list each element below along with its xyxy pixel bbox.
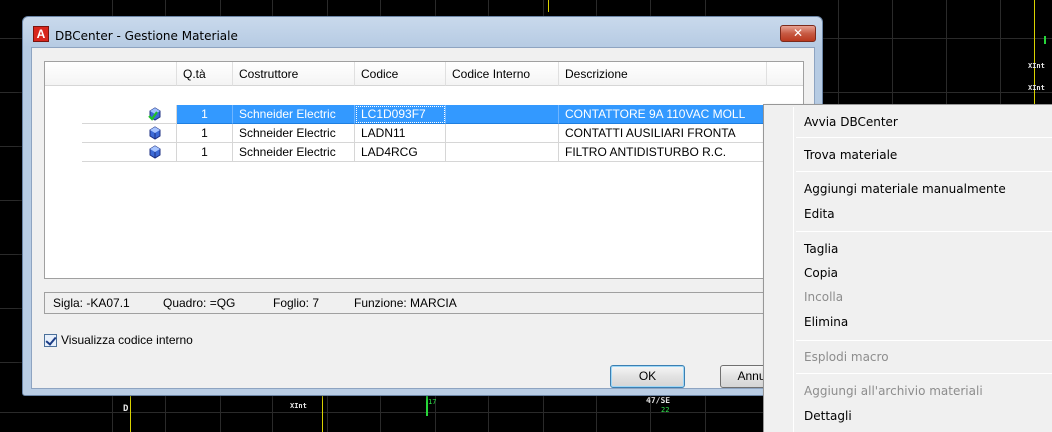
row-icon-cell [82, 124, 177, 143]
cell-codice: LADN11 [355, 124, 446, 143]
row-icon-cell [82, 143, 177, 162]
status-quadro: Quadro: =QG [163, 296, 236, 310]
table-row[interactable]: 1 Schneider Electric LC1D093F7 CONTATTOR… [45, 105, 767, 124]
context-menu: Avvia DBCenter Trova materiale Aggiungi … [763, 104, 1052, 432]
window-title: DBCenter - Gestione Materiale [55, 29, 238, 43]
menu-item-aggiungi-archivio[interactable]: Aggiungi all'archivio materiali [804, 380, 983, 402]
column-header-codice[interactable]: Codice [355, 62, 446, 86]
terminal-marker [1044, 36, 1046, 44]
menu-item-avvia-dbcenter[interactable]: Avvia DBCenter [804, 111, 898, 133]
cell-costruttore: Schneider Electric [233, 124, 355, 143]
column-header-costruttore[interactable]: Costruttore [233, 62, 355, 86]
menu-item-edita[interactable]: Edita [804, 203, 835, 225]
menu-separator [796, 137, 1052, 138]
table-row[interactable]: 1 Schneider Electric LAD4RCG FILTRO ANTI… [45, 143, 767, 162]
column-header-icon[interactable] [45, 62, 177, 86]
wire-line [322, 396, 323, 432]
status-bar: Sigla: -KA07.1 Quadro: =QG Foglio: 7 Fun… [44, 292, 804, 314]
cell-descrizione: CONTATTI AUSILIARI FRONTA [559, 124, 767, 143]
row-gutter [45, 124, 82, 143]
cad-label-xint: XInt [1028, 62, 1045, 70]
cell-qty: 1 [177, 105, 233, 124]
cell-codice: LC1D093F7 [355, 105, 446, 124]
cell-costruttore: Schneider Electric [233, 105, 355, 124]
cell-codice-interno [446, 143, 559, 162]
status-sigla: Sigla: -KA07.1 [53, 296, 130, 310]
status-foglio: Foglio: 7 [273, 296, 320, 310]
wire-line [548, 0, 549, 12]
material-table[interactable]: Q.tà Costruttore Codice Codice Interno D… [44, 61, 804, 279]
cad-label-xint: XInt [290, 402, 307, 410]
menu-item-elimina[interactable]: Elimina [804, 311, 848, 333]
cell-descrizione: CONTATTORE 9A 110VAC MOLL [559, 105, 767, 124]
cell-qty: 1 [177, 143, 233, 162]
cad-label-d: D [123, 404, 129, 414]
menu-separator [796, 231, 1052, 232]
column-header-codice-interno[interactable]: Codice Interno [446, 62, 559, 86]
cad-label-22: 22 [661, 406, 670, 414]
menu-item-dettagli[interactable]: Dettagli [804, 405, 852, 427]
cell-costruttore: Schneider Electric [233, 143, 355, 162]
row-icon-cell [82, 105, 177, 124]
column-header-descrizione[interactable]: Descrizione [559, 62, 767, 86]
row-gutter [45, 143, 82, 162]
cell-qty: 1 [177, 124, 233, 143]
cell-codice: LAD4RCG [355, 143, 446, 162]
material-added-icon [148, 107, 161, 121]
column-header-filler [767, 62, 803, 86]
checkbox-checked-icon[interactable] [44, 333, 57, 347]
wire-line [1034, 0, 1035, 120]
cad-label-17: 17 [428, 398, 437, 406]
menu-item-aggiungi-manualmente[interactable]: Aggiungi materiale manualmente [804, 178, 1006, 200]
wire-line [130, 396, 131, 432]
menu-icon-gutter [793, 107, 794, 432]
cell-descrizione: FILTRO ANTIDISTURBO R.C. [559, 143, 767, 162]
close-button[interactable]: ✕ [780, 25, 816, 42]
gestione-materiale-dialog: A DBCenter - Gestione Materiale ✕ Q.tà C… [22, 16, 823, 396]
menu-separator [796, 340, 1052, 341]
menu-item-trova-materiale[interactable]: Trova materiale [804, 144, 897, 166]
menu-item-esplodi-macro[interactable]: Esplodi macro [804, 346, 889, 368]
ok-button[interactable]: OK [610, 365, 685, 388]
table-header: Q.tà Costruttore Codice Codice Interno D… [45, 62, 803, 86]
menu-separator [796, 171, 1052, 172]
dialog-client-area: Q.tà Costruttore Codice Codice Interno D… [31, 47, 815, 389]
visualizza-codice-interno-checkbox[interactable]: Visualizza codice interno [44, 332, 193, 348]
checkbox-label: Visualizza codice interno [61, 333, 193, 347]
column-header-qty[interactable]: Q.tà [177, 62, 233, 86]
status-funzione: Funzione: MARCIA [354, 296, 457, 310]
row-gutter [45, 105, 82, 124]
menu-item-taglia[interactable]: Taglia [804, 238, 838, 260]
cell-codice-interno [446, 105, 559, 124]
material-icon [149, 126, 161, 140]
menu-item-copia[interactable]: Copia [804, 262, 838, 284]
menu-item-incolla[interactable]: Incolla [804, 286, 843, 308]
material-icon [149, 145, 161, 159]
table-row[interactable]: 1 Schneider Electric LADN11 CONTATTI AUS… [45, 124, 767, 143]
cad-label-47se: 47/SE [646, 396, 671, 405]
autocad-app-icon: A [33, 26, 49, 42]
menu-separator [796, 373, 1052, 374]
cad-label-xint: XInt [1028, 84, 1045, 92]
cell-codice-interno [446, 124, 559, 143]
